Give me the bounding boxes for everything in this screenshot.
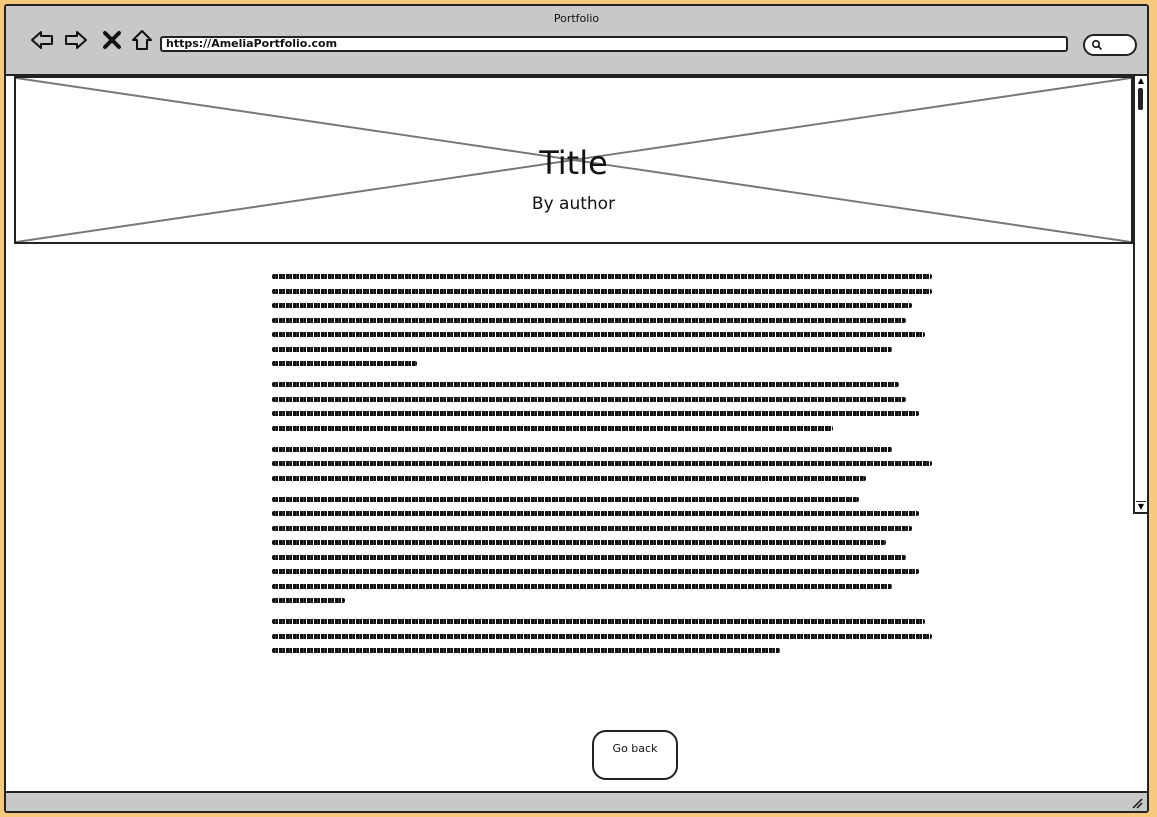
placeholder-text-line — [272, 346, 893, 352]
placeholder-text-line — [272, 425, 833, 431]
placeholder-text-line — [272, 598, 345, 603]
placeholder-text-line — [272, 525, 913, 531]
placeholder-text-line — [272, 274, 932, 279]
placeholder-text-line — [272, 332, 926, 337]
placeholder-text-line — [272, 303, 913, 308]
placeholder-paragraph — [272, 496, 932, 603]
search-icon — [1091, 39, 1103, 51]
placeholder-text-line — [272, 619, 926, 624]
placeholder-text-line — [272, 461, 932, 466]
resize-grip-icon[interactable] — [1131, 797, 1143, 809]
placeholder-text-line — [272, 554, 906, 560]
author-byline: By author — [531, 194, 616, 214]
browser-window: Portfolio https://AmeliaPortfolio.com Ti… — [4, 4, 1149, 813]
placeholder-text-line — [272, 540, 886, 545]
placeholder-paragraph — [272, 382, 932, 431]
scroll-up-icon[interactable]: ▲ — [1136, 76, 1146, 86]
scroll-down-icon[interactable]: ▼ — [1136, 501, 1146, 512]
vertical-scrollbar[interactable]: ▲ ▼ — [1133, 76, 1147, 514]
placeholder-text-line — [272, 411, 919, 416]
back-arrow-icon[interactable] — [30, 28, 54, 52]
placeholder-text-line — [272, 475, 866, 481]
placeholder-text-line — [272, 288, 932, 294]
search-button[interactable] — [1083, 34, 1137, 56]
forward-arrow-icon[interactable] — [64, 28, 88, 52]
scroll-thumb[interactable] — [1138, 88, 1143, 110]
page-title: Title — [539, 144, 608, 182]
placeholder-paragraph — [272, 619, 932, 653]
url-input[interactable]: https://AmeliaPortfolio.com — [160, 36, 1068, 52]
placeholder-paragraph — [272, 446, 932, 481]
article-body — [272, 274, 932, 669]
window-title: Portfolio — [553, 12, 600, 25]
placeholder-text-line — [272, 317, 906, 323]
placeholder-text-line — [272, 633, 932, 639]
placeholder-text-line — [272, 382, 899, 387]
go-back-button[interactable]: Go back — [592, 730, 678, 780]
stop-icon[interactable] — [100, 28, 124, 52]
hero-banner: Title By author — [14, 76, 1133, 244]
placeholder-text-line — [272, 583, 893, 589]
home-icon[interactable] — [130, 28, 154, 52]
placeholder-text-line — [272, 361, 418, 366]
page-content: Title By author Go back — [6, 76, 1133, 793]
browser-chrome: Portfolio https://AmeliaPortfolio.com — [6, 6, 1147, 76]
status-bar — [6, 791, 1147, 811]
placeholder-text-line — [272, 496, 860, 502]
placeholder-text-line — [272, 446, 893, 452]
placeholder-paragraph — [272, 274, 932, 366]
placeholder-text-line — [272, 648, 781, 653]
placeholder-text-line — [272, 511, 919, 516]
placeholder-text-line — [272, 569, 919, 574]
placeholder-text-line — [272, 396, 906, 402]
